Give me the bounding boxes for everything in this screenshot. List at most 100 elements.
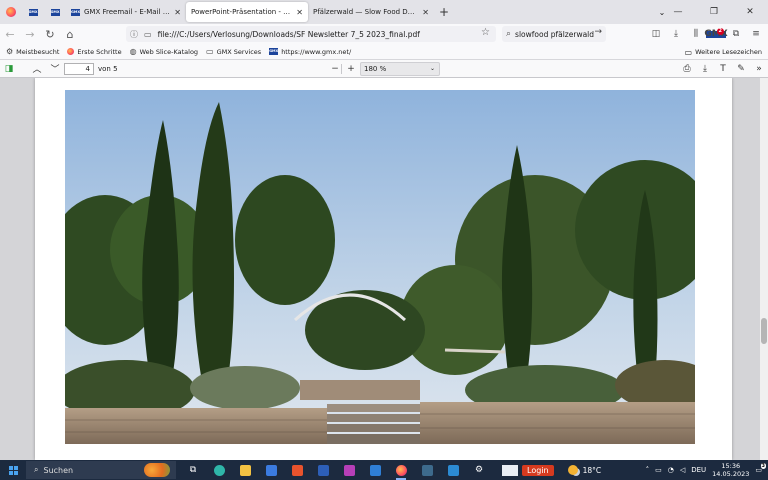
reload-button[interactable]: ↻ [40,24,60,44]
bookmark-gmx-services[interactable]: ▭ GMX Services [206,47,261,56]
windows-taskbar: ⌕ Suchen ⧉ ⚙ Login 18°C ˄ ▭ ◔ ◁ DEU 15:3… [0,460,768,480]
other-bookmarks[interactable]: ▭ Weitere Lesezeichen [685,44,762,60]
gmx-login-widget[interactable]: Login [502,464,554,476]
print-button[interactable]: ⎙ [678,60,696,78]
notification-button[interactable]: ▭ 3 [755,463,766,474]
office-app[interactable] [284,460,310,480]
pdf-viewer[interactable] [0,78,768,460]
weather-widget[interactable]: 18°C [567,465,601,475]
more-tools-button[interactable]: » [750,60,768,78]
firefox-view-button[interactable] [0,0,22,24]
show-hidden-icons-button[interactable]: ˄ [646,466,650,474]
notes-icon [421,464,433,476]
login-button[interactable]: Login [522,464,554,476]
scrollbar-thumb[interactable] [761,318,767,344]
settings-app[interactable]: ⚙ [466,460,492,480]
firefox-icon [395,464,407,476]
mail-app[interactable] [362,460,388,480]
bookmark-web-slice[interactable]: ◍ Web Slice-Katalog [130,47,198,56]
pocket-button[interactable]: ◫ [646,29,666,39]
site-info-icon[interactable]: ⓘ [130,29,138,40]
start-button[interactable] [0,460,26,480]
gmx-icon: GMX [269,48,279,55]
library-button[interactable]: ⫼ [686,29,706,39]
app-menu-button[interactable]: ≡ [746,29,766,39]
close-icon[interactable]: ✕ [422,8,429,17]
bookmark-star-icon[interactable]: ☆ [481,27,490,38]
page-number-input[interactable]: 4 [64,63,94,75]
edge-app[interactable] [206,460,232,480]
taskbar-search[interactable]: ⌕ Suchen [26,461,176,479]
next-page-button[interactable]: ﹀ [46,60,64,78]
gmx-icon: GMX [50,8,60,16]
save-button[interactable]: ⤓ [696,60,714,78]
restore-button[interactable]: ❐ [696,0,732,24]
downloads-button[interactable]: ⤓ [666,29,686,39]
close-icon[interactable]: ✕ [296,8,303,17]
language-indicator[interactable]: DEU [691,466,706,474]
puzzle-icon: ⧉ [732,29,740,39]
tab-pinned-gmx-2[interactable]: GMX [44,2,66,22]
volume-icon[interactable]: ◁ [680,466,685,474]
task-view-button[interactable]: ⧉ [180,460,206,480]
explorer-app[interactable] [232,460,258,480]
search-app[interactable] [310,460,336,480]
text-icon: T [720,64,726,74]
home-button[interactable]: ⌂ [60,24,80,44]
search-bar[interactable]: ⌕ slowfood pfälzerwald → [502,26,606,42]
folder-icon [239,464,251,476]
firefox-app[interactable] [388,460,414,480]
hamburger-icon: ≡ [752,29,760,39]
mail-envelope-icon [502,464,518,476]
text-tool-button[interactable]: T [714,60,732,78]
gmx-extension-button[interactable]: GMX 2 [704,27,728,38]
new-tab-button[interactable]: + [434,5,454,19]
minimize-button[interactable]: — [660,0,696,24]
bookmarks-toolbar: ⚙ Meistbesucht Erste Schritte ◍ Web Slice-… [0,44,768,60]
gmx-icon: GMX [28,8,38,16]
other-bookmarks-label: Weitere Lesezeichen [695,48,762,56]
url-bar[interactable]: ⓘ ▭ file:///C:/Users/Verlosung/Downloads… [126,26,496,42]
network-icon[interactable]: ▭ [655,466,662,474]
globe-icon: ◍ [129,47,137,56]
close-icon[interactable]: ✕ [174,8,181,17]
bookmark-label: GMX Services [216,47,262,56]
bookmark-meistbesucht[interactable]: ⚙ Meistbesucht [6,47,59,56]
url-text[interactable]: file:///C:/Users/Verlosung/Downloads/SF … [158,30,420,39]
notes-app[interactable] [414,460,440,480]
extensions-button[interactable]: ⧉ [726,29,746,39]
search-input[interactable]: slowfood pfälzerwald [515,30,594,39]
gmx-icon: GMX [71,8,81,16]
page-count: von 5 [98,65,118,73]
back-button[interactable]: ← [0,24,20,44]
firefox-icon [67,48,75,55]
sidebar-toggle-button[interactable]: ◨ [0,60,18,78]
clock[interactable]: 15:36 14.05.2023 [712,462,749,478]
library-icon: ⫼ [693,29,699,39]
tab-pinned-gmx-1[interactable]: GMX [22,2,44,22]
window-close-button[interactable]: ✕ [732,0,768,24]
pen-icon: ✎ [737,64,745,74]
teams-app[interactable] [336,460,362,480]
store-app[interactable] [258,460,284,480]
tab-pfaelzerwald[interactable]: Pfälzerwald — Slow Food Deutschla ✕ [308,2,434,22]
zoom-select[interactable]: 180 % ⌄ [360,62,440,76]
photos-app[interactable] [440,460,466,480]
zoom-in-button[interactable]: + [342,60,360,78]
system-tray: ˄ ▭ ◔ ◁ DEU 15:36 14.05.2023 ▭ 3 [646,460,768,480]
tab-powerpoint-pdf[interactable]: PowerPoint-Präsentation - SF Newsl ✕ [186,2,308,22]
wifi-icon[interactable]: ◔ [668,466,674,474]
forward-button[interactable]: → [20,24,40,44]
bookmark-erste-schritte[interactable]: Erste Schritte [67,48,122,56]
chevron-down-icon: ﹀ [50,65,60,75]
vertical-scrollbar[interactable] [760,78,768,460]
tab-gmx-freemail[interactable]: GMX GMX Freemail - E-Mail made in ✕ [66,2,186,22]
clock-time: 15:36 [721,462,741,470]
draw-tool-button[interactable]: ✎ [732,60,750,78]
previous-page-button[interactable]: ︿ [28,60,46,78]
save-icon: ⤓ [703,64,707,74]
windows-icon [8,465,18,475]
edge-icon [213,464,225,476]
search-go-button[interactable]: → [594,27,602,37]
bookmark-gmx-net[interactable]: GMX https://www.gmx.net/ [269,48,351,56]
